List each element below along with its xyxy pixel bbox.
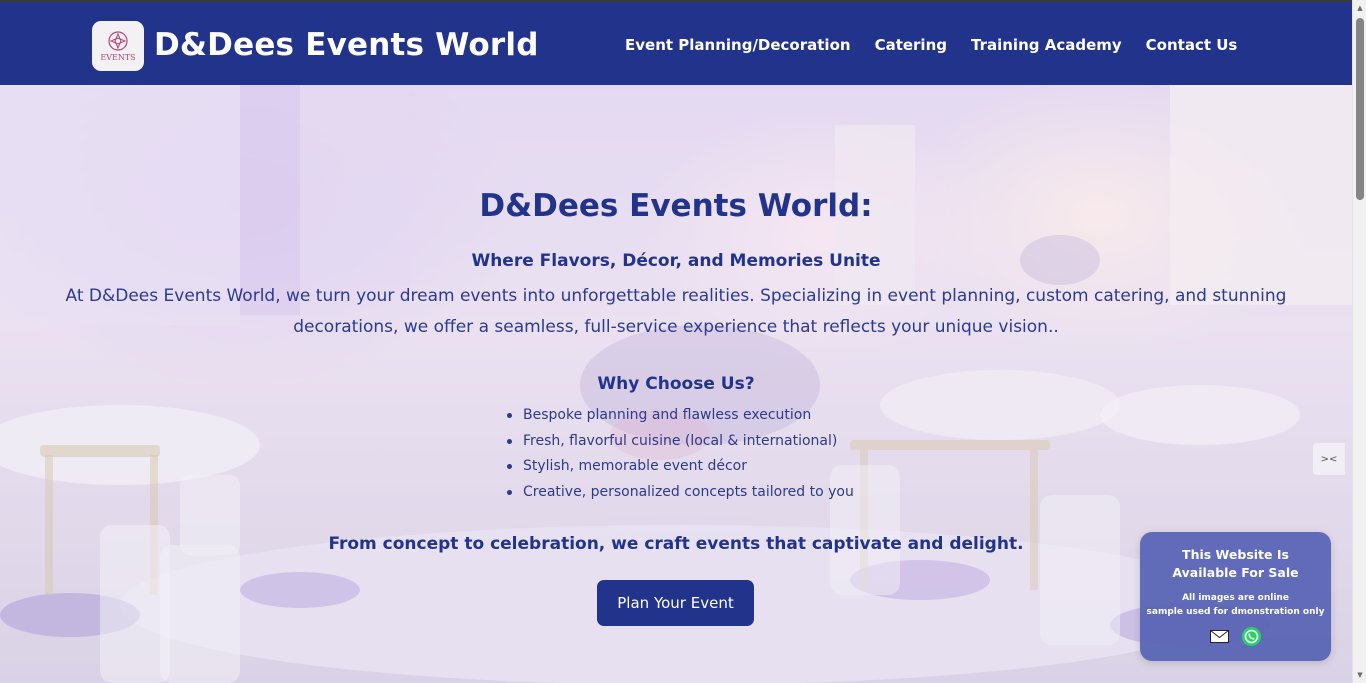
sale-title-line: This Website Is <box>1182 547 1289 562</box>
hero-subtitle: Where Flavors, Décor, and Memories Unite <box>471 251 881 271</box>
brand-name[interactable]: D&Dees Events World <box>154 27 539 63</box>
hero-title: D&Dees Events World: <box>479 188 873 224</box>
scrollbar-thumb[interactable] <box>1356 18 1364 200</box>
plan-your-event-button[interactable]: Plan Your Event <box>597 580 754 626</box>
list-item: Creative, personalized concepts tailored… <box>505 480 854 506</box>
nav-link-training-academy[interactable]: Training Academy <box>971 36 1122 54</box>
logo-text: EVENTS <box>100 53 136 62</box>
top-navbar: EVENTS D&Dees Events World Event Plannin… <box>0 0 1352 85</box>
scroll-up-arrow-icon[interactable]: ▲ <box>1356 4 1364 12</box>
logo-emblem-icon <box>108 31 128 51</box>
whatsapp-icon[interactable] <box>1241 626 1262 647</box>
vertical-scrollbar[interactable]: ▲ ▼ <box>1352 0 1366 683</box>
logo[interactable]: EVENTS <box>92 21 144 71</box>
mail-icon[interactable] <box>1209 630 1229 643</box>
nav-link-catering[interactable]: Catering <box>875 36 947 54</box>
nav-link-event-planning[interactable]: Event Planning/Decoration <box>625 36 851 54</box>
collapse-icon: >< <box>1320 453 1338 465</box>
sale-note-line: sample used for dmonstration only <box>1146 607 1325 617</box>
main-nav: Event Planning/Decoration Catering Train… <box>625 36 1261 54</box>
sale-card-contact-icons <box>1140 626 1331 647</box>
hero-intro: At D&Dees Events World, we turn your dre… <box>65 286 1287 337</box>
nav-link-contact-us[interactable]: Contact Us <box>1146 36 1238 54</box>
list-item: Stylish, memorable event décor <box>505 454 854 480</box>
sale-card-note: All images are online sample used for dm… <box>1140 590 1331 620</box>
sale-card-title: This Website Is Available For Sale <box>1140 546 1331 582</box>
side-collapse-tab[interactable]: >< <box>1313 443 1345 475</box>
sale-title-line: Available For Sale <box>1172 565 1299 580</box>
why-choose-us-list: Bespoke planning and flawless execution … <box>505 403 854 505</box>
list-item: Bespoke planning and flawless execution <box>505 403 854 429</box>
website-for-sale-card: This Website Is Available For Sale All i… <box>1140 532 1331 661</box>
list-item: Fresh, flavorful cuisine (local & intern… <box>505 429 854 455</box>
scroll-down-arrow-icon[interactable]: ▼ <box>1356 671 1364 679</box>
why-choose-us-heading: Why Choose Us? <box>597 374 755 394</box>
